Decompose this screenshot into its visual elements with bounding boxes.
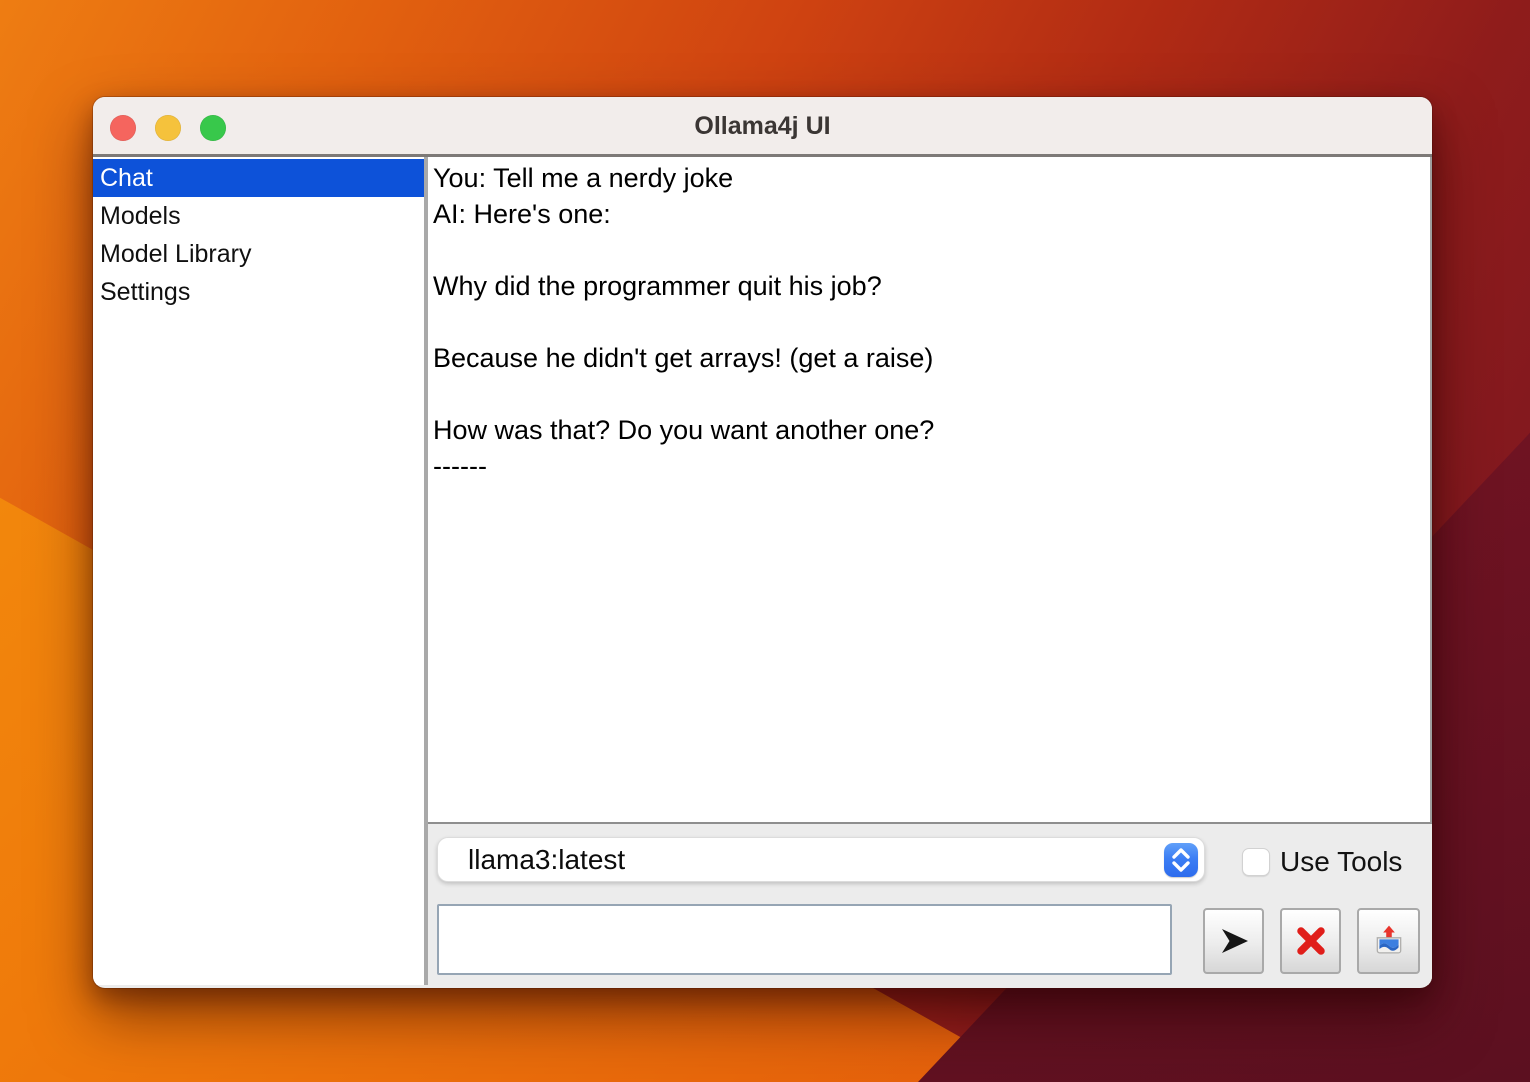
app-window: Ollama4j UI Chat Models Model Library Se… (93, 97, 1432, 988)
window-titlebar[interactable]: Ollama4j UI (93, 97, 1432, 157)
model-selector-dropdown[interactable]: llama3:latest (437, 837, 1205, 882)
model-selector-value: llama3:latest (468, 844, 1164, 876)
sidebar-item-models[interactable]: Models (93, 197, 424, 235)
window-title: Ollama4j UI (93, 97, 1432, 154)
chat-pane: You: Tell me a nerdy joke AI: Here's one… (428, 157, 1432, 985)
export-button[interactable] (1357, 908, 1420, 974)
sidebar-item-chat[interactable]: Chat (93, 159, 424, 197)
sidebar-item-model-library[interactable]: Model Library (93, 235, 424, 273)
chat-controls-panel: llama3:latest Use Tools (428, 824, 1432, 985)
use-tools-checkbox[interactable] (1242, 848, 1270, 876)
send-arrow-icon (1217, 925, 1251, 957)
up-down-chevrons-icon (1169, 847, 1193, 873)
clear-x-icon (1294, 924, 1328, 958)
use-tools-label: Use Tools (1280, 847, 1402, 877)
chat-message-log: You: Tell me a nerdy joke AI: Here's one… (428, 157, 1432, 824)
dropdown-stepper-icon (1164, 843, 1198, 877)
send-button[interactable] (1203, 908, 1264, 974)
prompt-input[interactable] (437, 904, 1172, 975)
sidebar-item-settings[interactable]: Settings (93, 273, 424, 311)
clear-button[interactable] (1280, 908, 1341, 974)
sidebar-nav: Chat Models Model Library Settings (93, 157, 428, 985)
export-tray-icon (1372, 924, 1406, 958)
